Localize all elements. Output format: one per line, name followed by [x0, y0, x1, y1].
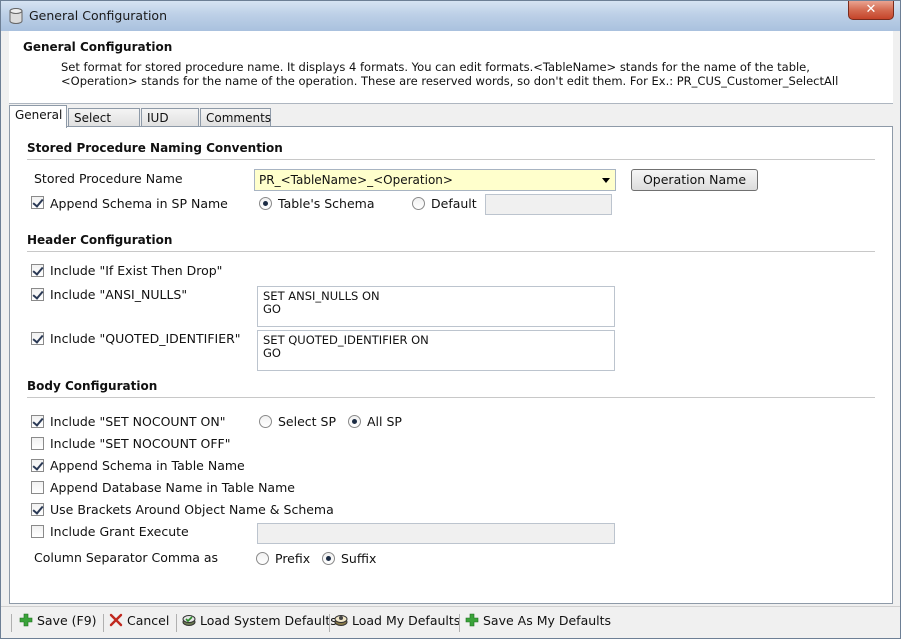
nocount-off-label[interactable]: Include "SET NOCOUNT OFF" [50, 436, 231, 451]
save-label: Save (F9) [37, 613, 97, 628]
append-schema-sp-checkbox[interactable] [31, 196, 44, 209]
grant-execute-checkbox[interactable] [31, 525, 44, 538]
body-config-divider [27, 397, 875, 398]
close-button[interactable]: ✕ [848, 1, 894, 20]
close-icon: ✕ [865, 2, 877, 17]
quoted-identifier-textarea[interactable]: SET QUOTED_IDENTIFIER ON GO [257, 330, 615, 371]
load-system-label: Load System Defaults [200, 613, 337, 628]
suffix-radio[interactable] [322, 552, 335, 565]
append-database-checkbox[interactable] [31, 481, 44, 494]
tables-schema-label[interactable]: Table's Schema [278, 196, 375, 211]
title-bar[interactable]: General Configuration ✕ [1, 1, 900, 31]
naming-divider [27, 159, 875, 160]
cancel-x-icon [109, 613, 123, 627]
nocount-on-label[interactable]: Include "SET NOCOUNT ON" [50, 414, 225, 429]
sp-name-combobox[interactable]: PR_<TableName>_<Operation> [254, 169, 616, 191]
default-schema-radio[interactable] [412, 197, 425, 210]
cancel-button[interactable]: Cancel [109, 613, 169, 633]
default-schema-label[interactable]: Default [431, 196, 477, 211]
save-as-my-defaults-button[interactable]: Save As My Defaults [465, 613, 611, 633]
brackets-label[interactable]: Use Brackets Around Object Name & Schema [50, 502, 334, 517]
sp-name-value[interactable]: PR_<TableName>_<Operation> [259, 173, 453, 187]
quoted-identifier-label[interactable]: Include "QUOTED_IDENTIFIER" [50, 331, 241, 346]
bottom-toolbar: Save (F9) Cancel Load System Defaults Lo… [1, 606, 900, 638]
cancel-label: Cancel [127, 613, 170, 628]
tab-general[interactable]: General [9, 105, 67, 128]
body-config-section-title: Body Configuration [27, 379, 158, 393]
load-system-defaults-button[interactable]: Load System Defaults [182, 613, 337, 633]
if-exist-label[interactable]: Include "If Exist Then Drop" [50, 263, 222, 278]
chevron-down-icon[interactable] [602, 178, 610, 183]
window-title: General Configuration [29, 8, 168, 23]
nocount-on-checkbox[interactable] [31, 415, 44, 428]
ansi-nulls-checkbox[interactable] [31, 288, 44, 301]
default-schema-input[interactable] [485, 194, 612, 215]
column-separator-label: Column Separator Comma as [34, 550, 219, 565]
quoted-identifier-checkbox[interactable] [31, 332, 44, 345]
all-sp-label[interactable]: All SP [367, 414, 402, 429]
ansi-nulls-label[interactable]: Include "ANSI_NULLS" [50, 287, 187, 302]
tab-comments[interactable]: Comments [200, 108, 271, 128]
header-title: General Configuration [23, 40, 173, 54]
save-as-my-label: Save As My Defaults [483, 613, 612, 628]
toolbar-separator [103, 614, 104, 632]
plus-icon [19, 613, 33, 627]
append-schema-table-checkbox[interactable] [31, 459, 44, 472]
select-sp-label[interactable]: Select SP [278, 414, 336, 429]
database-icon [9, 8, 23, 24]
header-panel: General Configuration Set format for sto… [9, 31, 893, 104]
toolbar-separator [176, 614, 177, 632]
grant-execute-label[interactable]: Include Grant Execute [50, 524, 189, 539]
naming-section-title: Stored Procedure Naming Convention [27, 141, 283, 155]
tab-iud-sps[interactable]: IUD SPs [141, 108, 199, 139]
save-button[interactable]: Save (F9) [19, 613, 97, 633]
nocount-off-checkbox[interactable] [31, 437, 44, 450]
append-schema-table-label[interactable]: Append Schema in Table Name [50, 458, 245, 473]
load-my-label: Load My Defaults [352, 613, 461, 628]
plus-icon [465, 613, 479, 627]
header-config-divider [27, 251, 875, 252]
toolbar-grip [11, 614, 12, 632]
suffix-label[interactable]: Suffix [341, 551, 376, 566]
load-my-defaults-button[interactable]: Load My Defaults [334, 613, 460, 633]
operation-name-button[interactable]: Operation Name [631, 169, 758, 191]
header-description: Set format for stored procedure name. It… [61, 60, 839, 88]
prefix-radio[interactable] [256, 552, 269, 565]
ansi-nulls-textarea[interactable]: SET ANSI_NULLS ON GO [257, 286, 615, 327]
append-schema-sp-label[interactable]: Append Schema in SP Name [50, 196, 228, 211]
if-exist-checkbox[interactable] [31, 264, 44, 277]
tables-schema-radio[interactable] [259, 197, 272, 210]
all-sp-radio[interactable] [348, 415, 361, 428]
brackets-checkbox[interactable] [31, 503, 44, 516]
tab-select-sps[interactable]: Select SPs [68, 108, 140, 139]
load-my-icon [334, 615, 348, 626]
toolbar-separator [459, 614, 460, 632]
header-config-section-title: Header Configuration [27, 233, 173, 247]
sp-name-label: Stored Procedure Name [34, 171, 183, 186]
config-window: General Configuration ✕ General Configur… [0, 0, 901, 639]
append-database-label[interactable]: Append Database Name in Table Name [50, 480, 295, 495]
toolbar-separator [329, 614, 330, 632]
prefix-label[interactable]: Prefix [275, 551, 310, 566]
grant-execute-input[interactable] [257, 523, 615, 544]
select-sp-radio[interactable] [259, 415, 272, 428]
load-system-icon [182, 615, 196, 626]
